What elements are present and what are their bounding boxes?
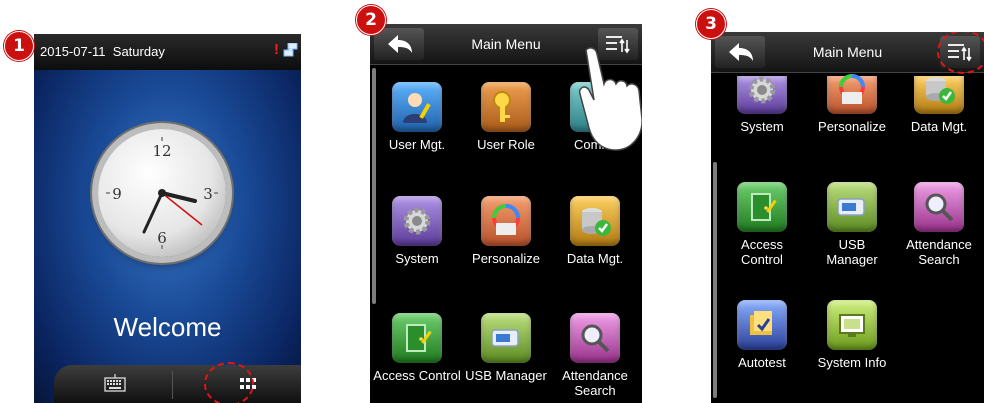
menu-item-system[interactable]: System (717, 76, 807, 134)
menu-item-label: Data Mgt. (566, 251, 624, 266)
personalize-icon (481, 196, 531, 246)
main-menu-screen-1: Main Menu User Mgt. User Role Comm. Syst… (370, 24, 642, 403)
menu-item-personalize[interactable]: Personalize (807, 74, 897, 134)
menu-item-access-control[interactable]: Access Control (372, 313, 462, 383)
attendance-search-icon (914, 182, 964, 232)
menu-item-label: User Role (477, 137, 535, 152)
menu-item-label: Access Control (741, 237, 783, 267)
step-badge-3: 3 (696, 9, 726, 39)
menu-item-attendance-search[interactable]: Attendance Search (894, 182, 984, 267)
user-role-icon (481, 82, 531, 132)
clock-number-6: 6 (157, 229, 167, 247)
clock-number-12: 12 (152, 142, 171, 160)
menu-item-label: Personalize (472, 251, 540, 266)
status-date: 2015-07-11 Saturday (40, 44, 165, 59)
welcome-text: Welcome (113, 312, 222, 342)
menu-item-system-info[interactable]: System Info (807, 300, 897, 370)
access-control-icon (737, 182, 787, 232)
menu-item-autotest[interactable]: Autotest (717, 300, 807, 370)
menu-item-label: Attendance Search (906, 237, 972, 267)
menu-item-data-mgt[interactable]: Data Mgt. (550, 196, 640, 266)
menu-item-attendance-search[interactable]: Attendance Search (550, 313, 640, 398)
menu-item-label: Personalize (818, 119, 886, 134)
menu-item-label: Data Mgt. (910, 119, 968, 134)
analog-clock: 12 3 6 9 (98, 129, 226, 257)
menu-item-user-mgt[interactable]: User Mgt. (372, 82, 462, 152)
menu-item-label: User Mgt. (388, 137, 446, 152)
bottom-bar-divider (172, 371, 173, 399)
system-info-icon (827, 300, 877, 350)
welcome-screen: 2015-07-11 Saturday ! 12 3 6 9 Welcome (34, 34, 301, 403)
bottom-bar (54, 365, 301, 403)
access-control-icon (392, 313, 442, 363)
menu-item-label: USB Manager (826, 237, 878, 267)
usb-manager-icon (827, 182, 877, 232)
status-bar: 2015-07-11 Saturday ! (34, 34, 301, 70)
pointing-hand-icon (578, 47, 642, 151)
clock-number-3: 3 (203, 185, 213, 203)
step-badge-1: 1 (4, 31, 34, 61)
menu-item-access-control[interactable]: Access Control (717, 182, 807, 267)
personalize-icon (827, 74, 877, 114)
menu-item-label: Autotest (738, 355, 786, 370)
system-gear-icon (737, 76, 787, 114)
highlight-ring (204, 362, 254, 403)
menu-item-system[interactable]: System (372, 196, 462, 266)
menu-item-usb-manager[interactable]: USB Manager (807, 182, 897, 267)
step-badge-2: 2 (356, 5, 386, 35)
main-menu-screen-2: Main Menu System Personalize Data Mgt. A… (711, 32, 984, 403)
menu-item-label: System (740, 119, 784, 134)
system-gear-icon (392, 196, 442, 246)
menu-item-personalize[interactable]: Personalize (461, 196, 551, 266)
data-mgt-icon (914, 76, 964, 114)
usb-manager-icon (481, 313, 531, 363)
network-icon (283, 43, 298, 57)
menu-item-label: System (395, 251, 439, 266)
user-mgt-icon (392, 82, 442, 132)
menu-item-user-role[interactable]: User Role (461, 82, 551, 152)
data-mgt-icon (570, 196, 620, 246)
highlight-ring (937, 32, 984, 74)
alert-icon: ! (274, 41, 279, 58)
menu-item-label: System Info (817, 355, 887, 370)
menu-item-usb-manager[interactable]: USB Manager (461, 313, 551, 383)
menu-item-label: Attendance Search (562, 368, 628, 398)
keyboard-icon[interactable] (104, 374, 126, 392)
menu-item-label: USB Manager (465, 368, 547, 383)
menu-item-data-mgt[interactable]: Data Mgt. (894, 76, 984, 134)
autotest-icon (737, 300, 787, 350)
clock-number-9: 9 (112, 185, 122, 203)
attendance-search-icon (570, 313, 620, 363)
menu-item-label: Access Control (373, 368, 461, 383)
